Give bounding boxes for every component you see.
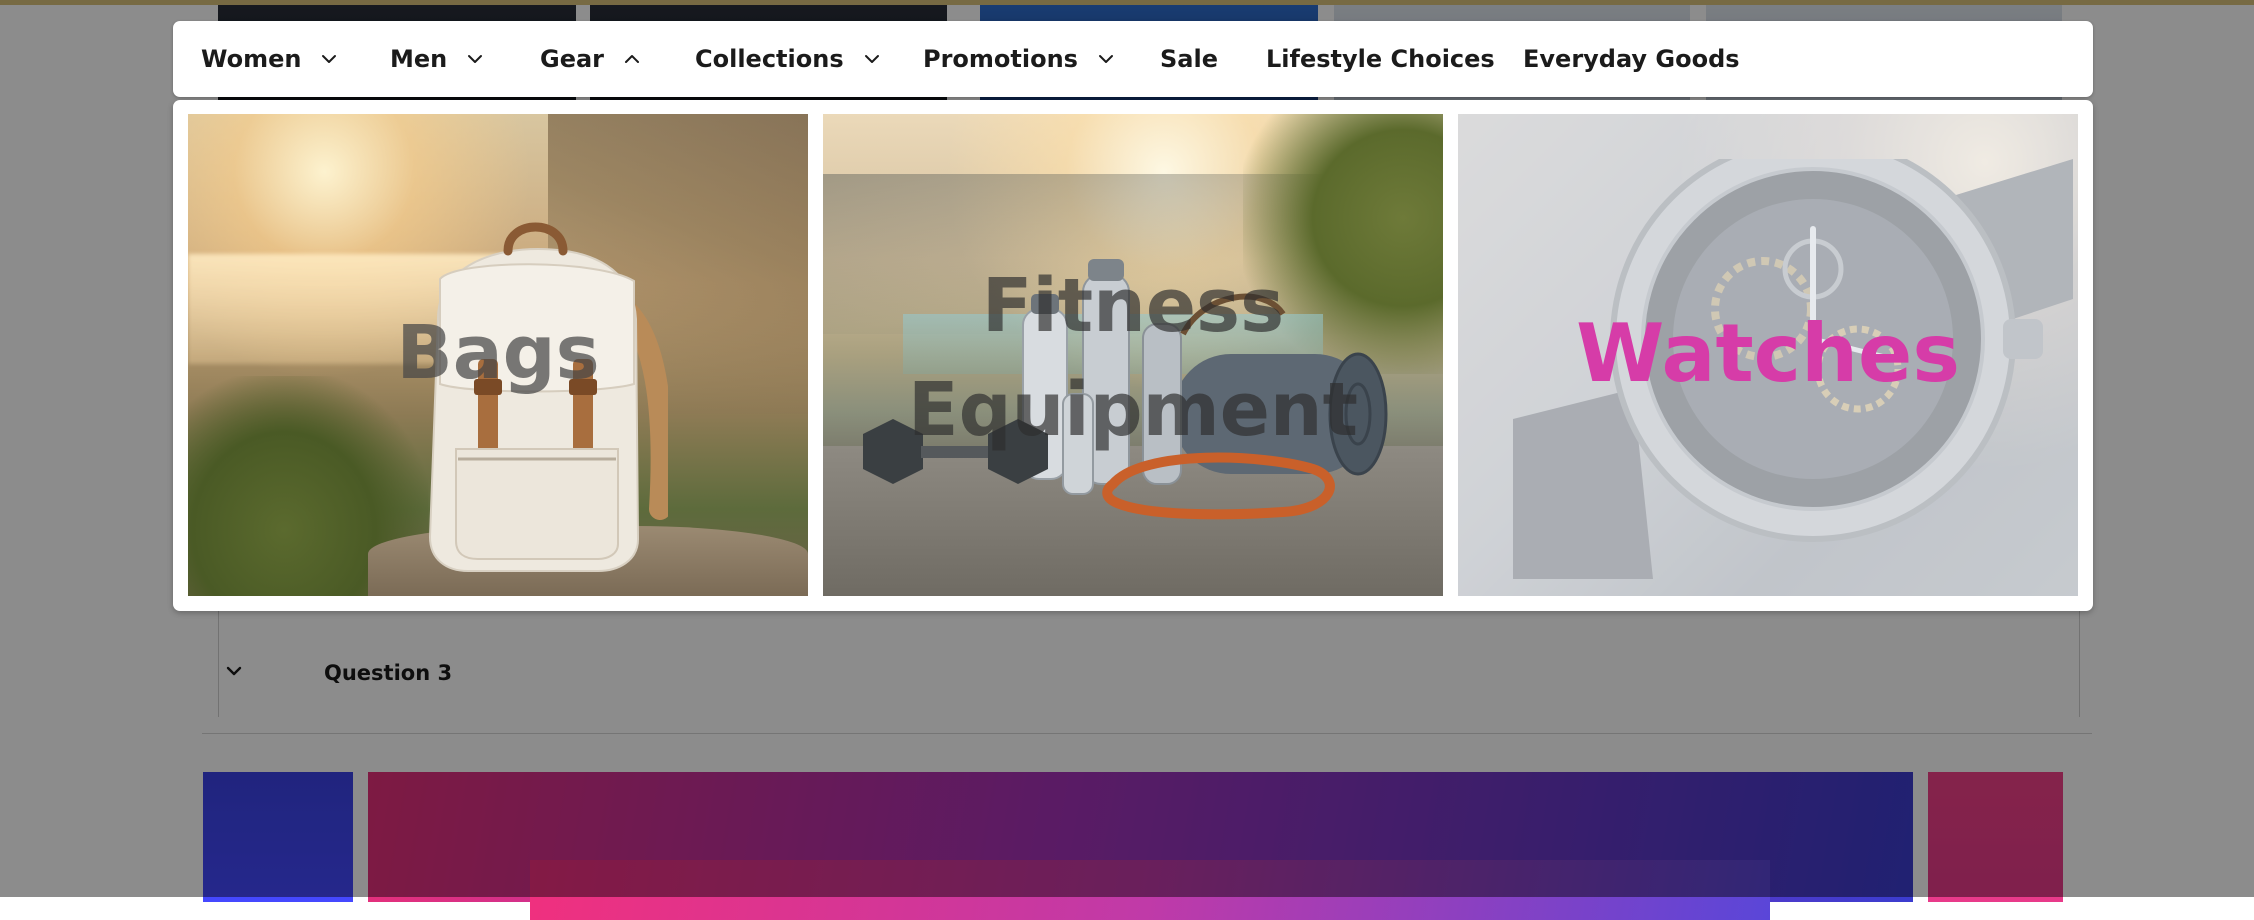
chevron-up-icon <box>622 49 642 69</box>
gear-mega-menu: Bags Fitness Equipment Watches <box>173 100 2093 611</box>
nav-item-men[interactable]: Men <box>390 21 485 97</box>
nav-item-promotions[interactable]: Promotions <box>923 21 1116 97</box>
nav-item-women[interactable]: Women <box>201 21 339 97</box>
nav-item-gear[interactable]: Gear <box>540 21 642 97</box>
card-label-fitness-equipment: Fitness Equipment <box>908 263 1358 453</box>
nav-item-label: Sale <box>1160 45 1218 73</box>
nav-item-label: Lifestyle Choices <box>1266 45 1495 73</box>
nav-item-label: Women <box>201 45 302 73</box>
nav-item-label: Everyday Goods <box>1523 45 1740 73</box>
nav-item-label: Gear <box>540 45 605 73</box>
card-label-watches: Watches <box>1576 307 1960 400</box>
nav-item-label: Men <box>390 45 448 73</box>
chevron-down-icon <box>862 49 882 69</box>
nav-item-label: Promotions <box>923 45 1078 73</box>
nav-item-everyday-goods[interactable]: Everyday Goods <box>1523 21 1740 97</box>
category-card-bags[interactable]: Bags <box>188 114 808 596</box>
category-card-fitness-equipment[interactable]: Fitness Equipment <box>823 114 1443 596</box>
chevron-down-icon <box>465 49 485 69</box>
nav-item-sale[interactable]: Sale <box>1160 21 1218 97</box>
nav-item-lifestyle-choices[interactable]: Lifestyle Choices <box>1266 21 1495 97</box>
chevron-down-icon <box>319 49 339 69</box>
chevron-down-icon <box>1096 49 1116 69</box>
nav-item-label: Collections <box>695 45 844 73</box>
nav-item-collections[interactable]: Collections <box>695 21 882 97</box>
card-label-bags: Bags <box>396 310 600 396</box>
category-card-watches[interactable]: Watches <box>1458 114 2078 596</box>
main-navigation: Women Men Gear Collections Promotions Sa… <box>173 21 2093 97</box>
